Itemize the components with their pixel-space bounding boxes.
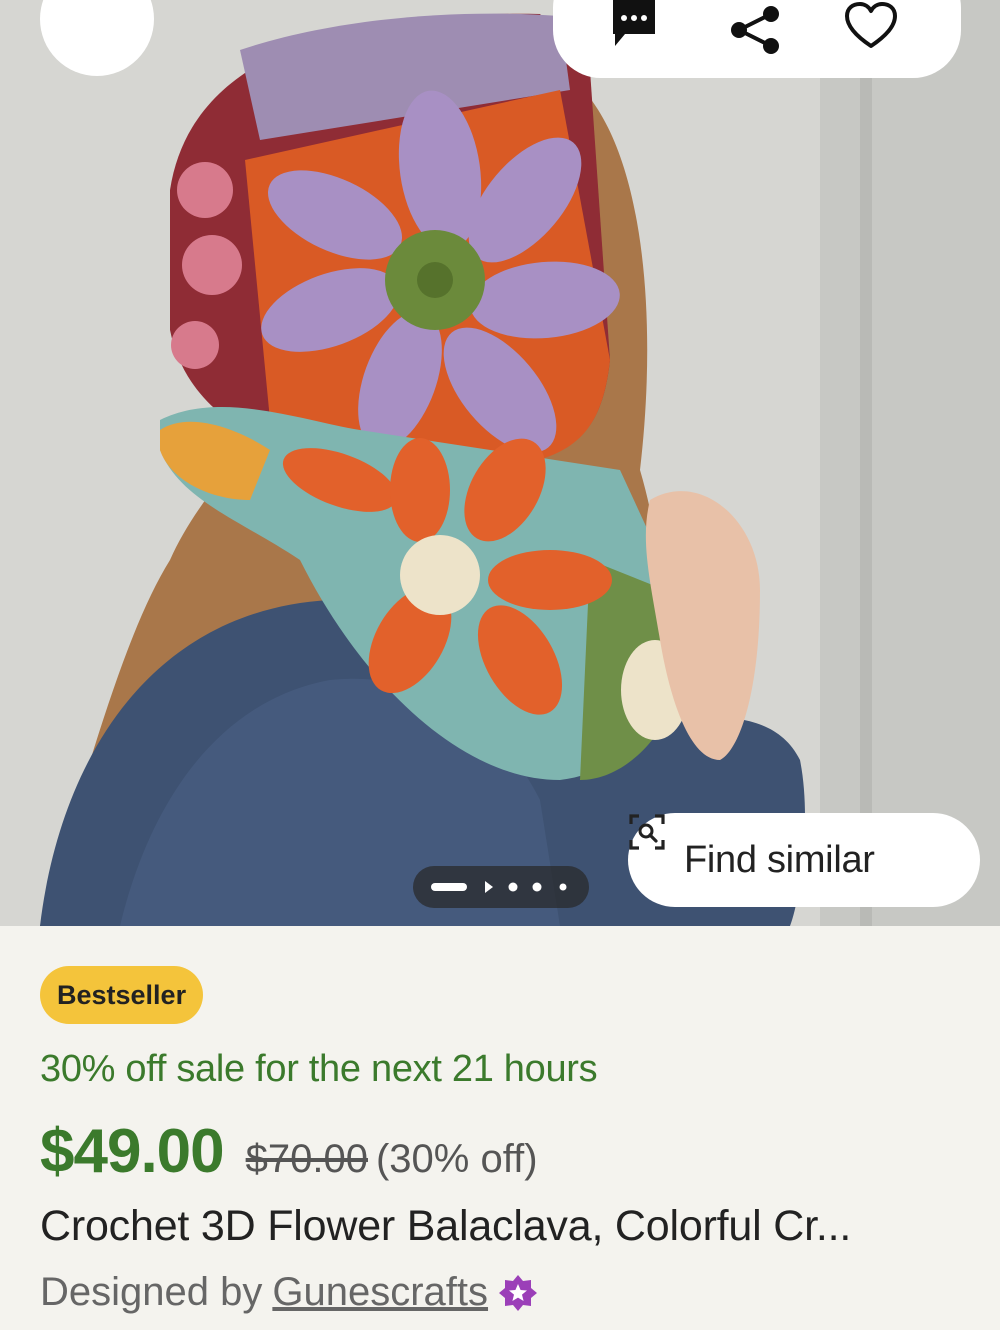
shop-link[interactable]: Gunescrafts [272,1270,488,1315]
bestseller-badge: Bestseller [40,966,204,1024]
carousel-indicator[interactable] [413,866,589,908]
image-search-icon [629,814,665,850]
top-action-bar [553,0,961,78]
find-similar-button[interactable]: Find similar [628,813,980,907]
carousel-dots [431,881,567,893]
favorite-button[interactable] [843,0,903,60]
find-similar-label: Find similar [684,838,875,881]
message-button[interactable] [609,0,669,60]
share-button[interactable] [727,0,787,60]
designer-line: Designed by Gunescrafts [40,1270,538,1315]
sale-price: $49.00 [40,1117,225,1186]
product-photo-illustration [0,0,1000,926]
price-row: $49.00 $70.00 (30% off) [40,1116,538,1187]
designed-by-label: Designed by [40,1270,263,1314]
heart-icon [845,2,897,48]
listing-title[interactable]: Crochet 3D Flower Balaclava, Colorful Cr… [40,1202,851,1251]
discount-percent: (30% off) [375,1137,538,1181]
original-price: $70.00 [245,1137,368,1181]
share-icon [731,6,779,54]
star-seller-icon [499,1274,538,1311]
message-dots-icon [613,0,655,46]
product-photo[interactable]: Find similar [0,0,1000,926]
sale-notice: 30% off sale for the next 21 hours [40,1048,598,1090]
